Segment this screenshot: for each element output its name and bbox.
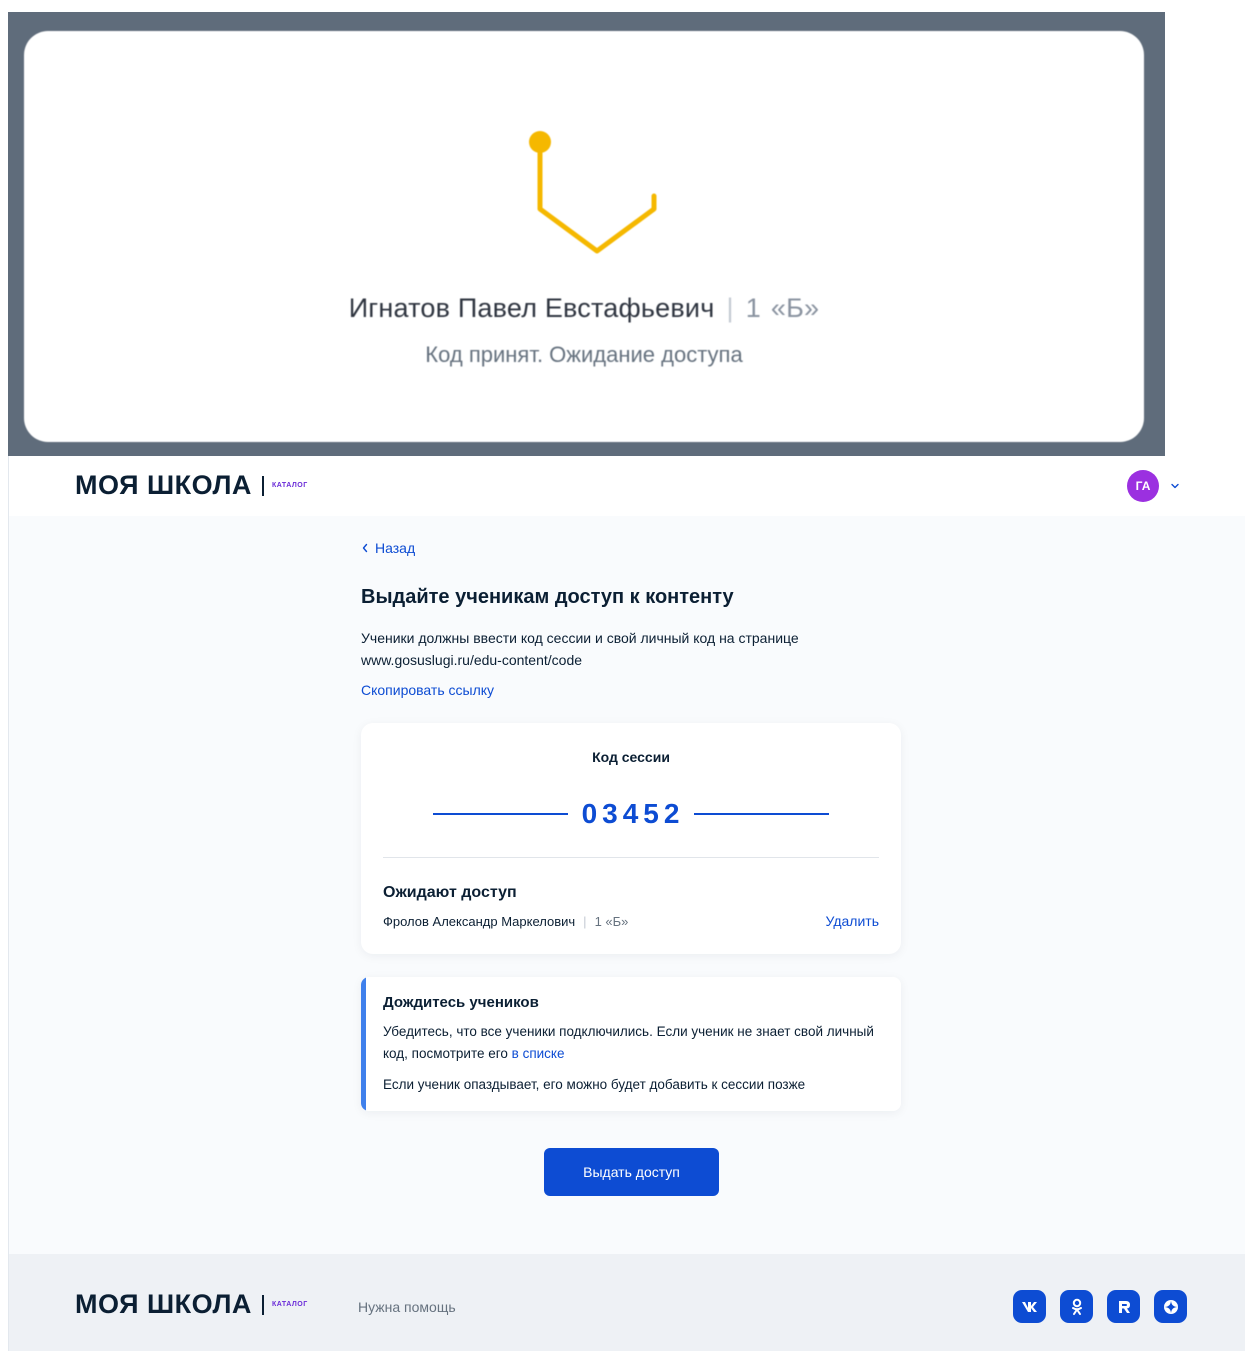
loading-card: Игнатов Павел Евстафьевич | 1 «Б» Код приня… bbox=[24, 31, 1144, 442]
footer-logo-divider bbox=[261, 1294, 264, 1315]
logo-divider bbox=[261, 475, 264, 496]
info-title: Дождитесь учеников bbox=[383, 994, 539, 1011]
back-link[interactable]: Назад bbox=[361, 540, 415, 556]
chevron-down-icon[interactable] bbox=[1169, 480, 1181, 492]
session-code-label: Код сессии bbox=[592, 749, 670, 765]
loader-icon bbox=[529, 131, 657, 254]
overlay-status: Код принят. Ожидание доступа bbox=[425, 342, 743, 367]
student-list-link[interactable]: в списке bbox=[512, 1046, 565, 1061]
rutube-icon[interactable] bbox=[1107, 1290, 1140, 1323]
card-divider bbox=[383, 857, 879, 858]
logo-main-text: МОЯ ШКОЛА bbox=[75, 470, 252, 500]
overlay-student-name: Игнатов Павел Евстафьевич bbox=[348, 293, 715, 323]
header: МОЯ ШКОЛА КАТАЛОГ ГА bbox=[9, 456, 1245, 516]
grant-access-button[interactable]: Выдать доступ bbox=[544, 1148, 719, 1196]
chevron-left-icon bbox=[362, 543, 368, 553]
header-logo[interactable]: МОЯ ШКОЛА КАТАЛОГ bbox=[75, 472, 308, 499]
session-card: Код сессии 03452 Ожидают доступ Фролов А… bbox=[361, 723, 901, 954]
loading-overlay: Игнатов Павел Евстафьевич | 1 «Б» Код приня… bbox=[8, 12, 1165, 456]
info-text: Убедитесь, что все ученики подключились.… bbox=[383, 1021, 883, 1065]
dzen-icon[interactable] bbox=[1154, 1290, 1187, 1323]
footer-logo-main-text: МОЯ ШКОЛА bbox=[75, 1289, 252, 1319]
overlay-class-letter: «Б» bbox=[770, 293, 820, 323]
waiting-student-name: Фролов Александр Маркелович bbox=[383, 913, 576, 929]
overlay-class: 1 «Б» bbox=[746, 293, 820, 323]
overlay-student-line: Игнатов Павел Евстафьевич | 1 «Б» bbox=[24, 293, 1144, 324]
waiting-title: Ожидают доступ bbox=[383, 884, 517, 901]
overlay-class-number: 1 bbox=[745, 293, 761, 323]
page-description: Ученики должны ввести код сессии и свой … bbox=[361, 630, 799, 668]
info-accent-bar bbox=[361, 977, 366, 1111]
odnoklassniki-icon[interactable] bbox=[1060, 1290, 1093, 1323]
vk-icon[interactable] bbox=[1013, 1290, 1046, 1323]
waiting-separator: | bbox=[583, 913, 587, 929]
waiting-student-row: Фролов Александр Маркелович | 1 «Б» Удал… bbox=[383, 913, 879, 929]
footer-logo[interactable]: МОЯ ШКОЛА КАТАЛОГ bbox=[75, 1291, 308, 1318]
avatar[interactable]: ГА bbox=[1127, 470, 1159, 502]
footer: МОЯ ШКОЛА КАТАЛОГ Нужна помощь bbox=[9, 1254, 1245, 1351]
overlay-separator: | bbox=[726, 293, 734, 323]
help-link[interactable]: Нужна помощь bbox=[358, 1299, 456, 1315]
info-card: Дождитесь учеников Убедитесь, что все уч… bbox=[361, 977, 901, 1111]
info-text-late: Если ученик опаздывает, его можно будет … bbox=[383, 1077, 806, 1092]
info-text-main: Убедитесь, что все ученики подключились.… bbox=[383, 1024, 874, 1061]
footer-logo-sub-text: КАТАЛОГ bbox=[271, 1301, 308, 1308]
waiting-student-class: 1 «Б» bbox=[594, 913, 629, 929]
main-content: Назад Выдайте ученикам доступ к контенту… bbox=[9, 516, 1245, 1254]
code-line-right bbox=[694, 813, 829, 815]
delete-button[interactable]: Удалить bbox=[826, 913, 879, 929]
social-links bbox=[1013, 1290, 1187, 1323]
back-label: Назад bbox=[375, 540, 416, 556]
logo-sub-text: КАТАЛОГ bbox=[271, 482, 308, 489]
session-code: 03452 bbox=[581, 798, 685, 829]
session-code-row: 03452 bbox=[433, 797, 829, 831]
code-line-left bbox=[433, 813, 568, 815]
page-title: Выдайте ученикам доступ к контенту bbox=[361, 586, 734, 608]
copy-link-button[interactable]: Скопировать ссылку bbox=[361, 682, 494, 698]
